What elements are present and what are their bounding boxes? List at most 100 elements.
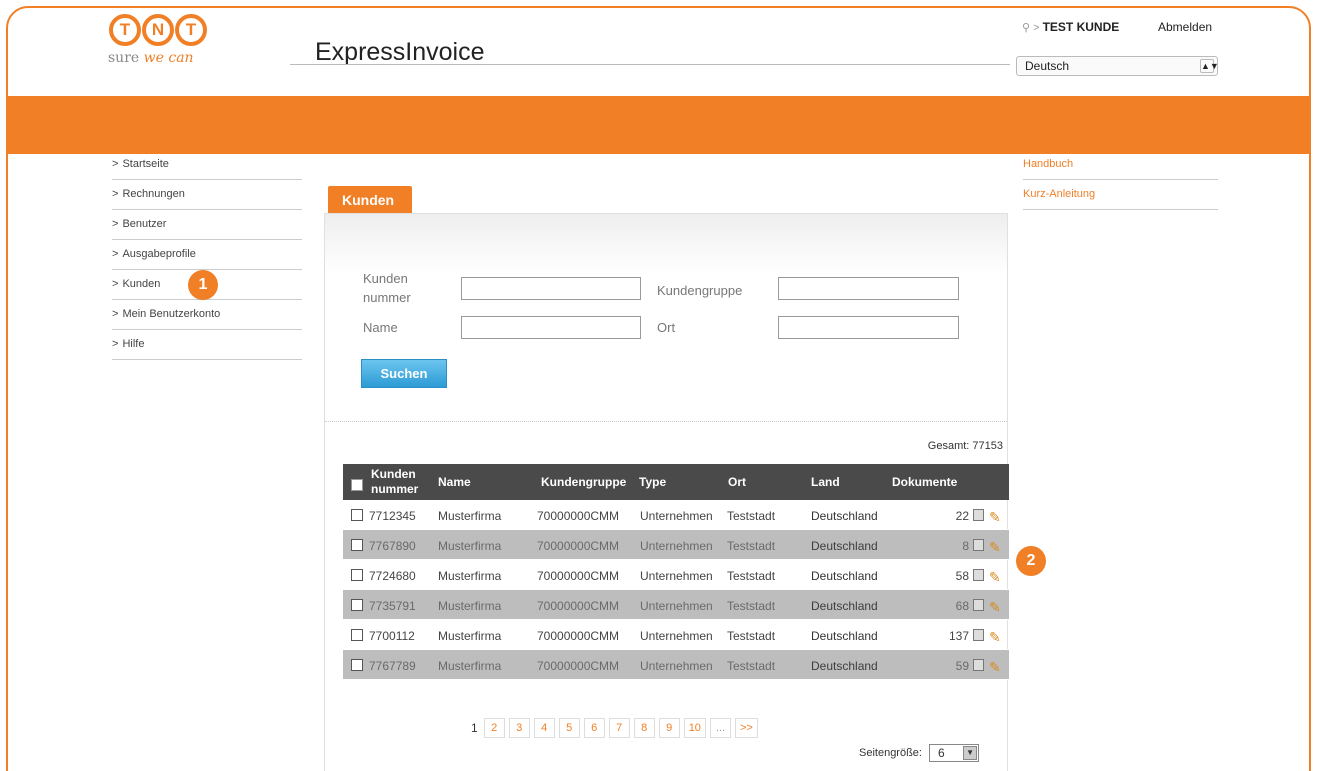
tnt-logo[interactable]: T N T sure we can xyxy=(100,14,230,76)
language-select[interactable]: Deutsch ▲▼ xyxy=(1016,56,1219,76)
next-pages-button[interactable]: >> xyxy=(734,718,758,738)
kundennummer-label-line1: Kunden xyxy=(363,271,408,286)
logout-link[interactable]: Abmelden xyxy=(1158,20,1212,34)
cell-name: Musterfirma xyxy=(438,509,502,523)
cell-type: Unternehmen xyxy=(640,599,713,613)
page-link[interactable]: 6 xyxy=(583,718,605,738)
page-size-value: 6 xyxy=(938,746,945,760)
cell-dokumente: 137 xyxy=(948,629,969,643)
cell-land: Deutschland xyxy=(811,659,878,673)
kundennummer-input[interactable] xyxy=(461,277,641,300)
col-ort[interactable]: Ort xyxy=(728,475,746,489)
row-checkbox[interactable] xyxy=(351,569,363,581)
table-row[interactable]: 7735791 Musterfirma 70000000CMM Unterneh… xyxy=(343,590,1009,620)
edit-pencil-icon[interactable]: ✎ xyxy=(989,509,1001,526)
edit-pencil-icon[interactable]: ✎ xyxy=(989,599,1001,616)
chevron-right-icon: > xyxy=(112,188,119,200)
pagination: 1 2 3 4 5 6 7 8 9 10 ... >> xyxy=(471,718,758,738)
document-icon[interactable] xyxy=(973,599,984,611)
title-divider xyxy=(290,64,1010,65)
cell-kundennummer: 7767789 xyxy=(369,659,416,673)
col-name[interactable]: Name xyxy=(438,475,471,489)
document-icon[interactable] xyxy=(973,569,984,581)
col-type[interactable]: Type xyxy=(639,475,666,489)
cell-name: Musterfirma xyxy=(438,599,502,613)
document-icon[interactable] xyxy=(973,509,984,521)
cell-name: Musterfirma xyxy=(438,569,502,583)
edit-pencil-icon[interactable]: ✎ xyxy=(989,539,1001,556)
cell-name: Musterfirma xyxy=(438,659,502,673)
sidebar-item-mein-benutzerkonto[interactable]: > Mein Benutzerkonto xyxy=(112,300,302,330)
chevron-right-icon: > xyxy=(112,218,119,230)
table-row[interactable]: 7767890 Musterfirma 70000000CMM Unterneh… xyxy=(343,530,1009,560)
row-checkbox[interactable] xyxy=(351,629,363,641)
document-icon[interactable] xyxy=(973,629,984,641)
step-marker-2: 2 xyxy=(1016,546,1046,576)
edit-pencil-icon[interactable]: ✎ xyxy=(989,659,1001,676)
handbuch-link[interactable]: Handbuch xyxy=(1023,150,1218,180)
table-row[interactable]: 7724680 Musterfirma 70000000CMM Unterneh… xyxy=(343,560,1009,590)
language-value: Deutsch xyxy=(1025,59,1070,73)
sidebar-nav: > Startseite > Rechnungen > Benutzer > Ausga… xyxy=(112,150,302,360)
cell-kundennummer: 7700112 xyxy=(369,629,415,643)
table-row[interactable]: 7700112 Musterfirma 70000000CMM Unterneh… xyxy=(343,620,1009,650)
sidebar-item-ausgabeprofile[interactable]: > Ausgabeprofile xyxy=(112,240,302,270)
page-link[interactable]: 2 xyxy=(483,718,505,738)
page-link[interactable]: 10 xyxy=(683,718,706,738)
edit-pencil-icon[interactable]: ✎ xyxy=(989,629,1001,646)
orange-banner xyxy=(8,96,1309,154)
ort-input[interactable] xyxy=(778,316,959,339)
sidebar-item-benutzer[interactable]: > Benutzer xyxy=(112,210,302,240)
col-dokumente[interactable]: Dokumente xyxy=(892,475,957,489)
cell-kundengruppe: 70000000CMM xyxy=(537,509,620,523)
page-size-control: Seitengröße: 6 ▼ xyxy=(859,744,980,762)
page-link[interactable]: 4 xyxy=(533,718,555,738)
col-land[interactable]: Land xyxy=(811,475,840,489)
page-link[interactable]: 7 xyxy=(608,718,630,738)
col-kundengruppe[interactable]: Kundengruppe xyxy=(541,475,626,489)
page-size-select[interactable]: 6 ▼ xyxy=(929,744,980,762)
row-checkbox[interactable] xyxy=(351,509,363,521)
search-button[interactable]: Suchen xyxy=(361,359,447,388)
table-row[interactable]: 7712345 Musterfirma 70000000CMM Unterneh… xyxy=(343,500,1009,530)
sidebar-item-hilfe[interactable]: > Hilfe xyxy=(112,330,302,360)
name-label: Name xyxy=(363,320,398,335)
document-icon[interactable] xyxy=(973,539,984,551)
cell-kundengruppe: 70000000CMM xyxy=(537,599,620,613)
col-kundennummer-2[interactable]: nummer xyxy=(371,482,418,496)
kurz-anleitung-link[interactable]: Kurz-Anleitung xyxy=(1023,180,1218,210)
cell-ort: Teststadt xyxy=(727,599,776,613)
cell-dokumente: 58 xyxy=(955,569,969,583)
logo-letter: N xyxy=(142,14,174,46)
current-page: 1 xyxy=(471,721,478,735)
ort-label: Ort xyxy=(657,320,676,335)
tab-kunden[interactable]: Kunden xyxy=(328,186,412,213)
chevron-right-icon: > xyxy=(112,158,119,170)
page-link[interactable]: 9 xyxy=(658,718,680,738)
row-checkbox[interactable] xyxy=(351,539,363,551)
select-all-checkbox[interactable] xyxy=(351,479,363,491)
table-row[interactable]: 7767789 Musterfirma 70000000CMM Unterneh… xyxy=(343,650,1009,680)
sidebar-item-startseite[interactable]: > Startseite xyxy=(112,150,302,180)
cell-ort: Teststadt xyxy=(727,509,776,523)
document-icon[interactable] xyxy=(973,659,984,671)
chevron-right-icon: > xyxy=(112,278,119,290)
kundengruppe-input[interactable] xyxy=(778,277,959,300)
page-link[interactable]: 8 xyxy=(633,718,655,738)
user-name: TEST KUNDE xyxy=(1042,20,1120,34)
edit-pencil-icon[interactable]: ✎ xyxy=(989,569,1001,586)
name-input[interactable] xyxy=(461,316,641,339)
page-link[interactable]: 3 xyxy=(508,718,530,738)
row-checkbox[interactable] xyxy=(351,659,363,671)
cell-type: Unternehmen xyxy=(640,629,713,643)
cell-land: Deutschland xyxy=(811,629,878,643)
sidebar-item-rechnungen[interactable]: > Rechnungen xyxy=(112,180,302,210)
row-checkbox[interactable] xyxy=(351,599,363,611)
cell-land: Deutschland xyxy=(811,509,878,523)
kundengruppe-label: Kundengruppe xyxy=(657,283,743,298)
cell-ort: Teststadt xyxy=(727,629,776,643)
page-ellipsis[interactable]: ... xyxy=(709,718,731,738)
page-link[interactable]: 5 xyxy=(558,718,580,738)
cell-kundennummer: 7712345 xyxy=(369,509,416,523)
col-kundennummer-1[interactable]: Kunden xyxy=(371,467,416,481)
